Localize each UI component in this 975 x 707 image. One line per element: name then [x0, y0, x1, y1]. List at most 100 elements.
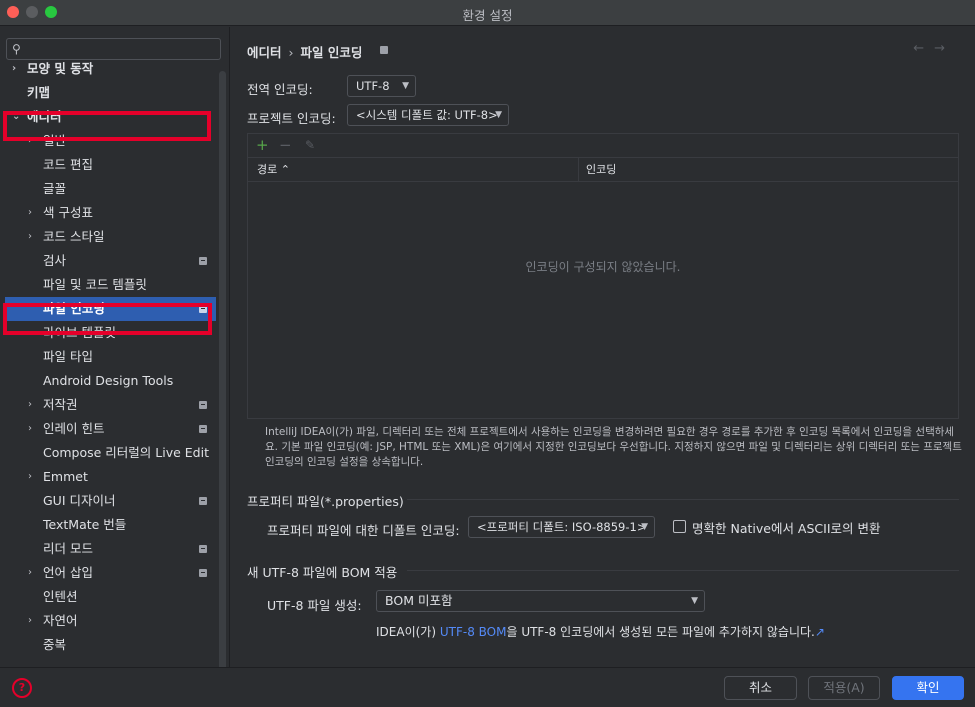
encoding-help-text: IntelliJ IDEA이(가) 파일, 디렉터리 또는 전체 프로젝트에서 …: [265, 426, 962, 468]
sidebar-item[interactable]: › 저작권: [0, 393, 216, 417]
chevron-right-icon[interactable]: ›: [28, 561, 32, 585]
edit-icon[interactable]: ✎: [305, 137, 315, 153]
native-ascii-label[interactable]: 명확한 Native에서 ASCII로의 변환: [692, 518, 880, 537]
sidebar-item[interactable]: 인텐션: [0, 585, 216, 609]
sidebar-item-label: 색 구성표: [43, 205, 93, 220]
bom-create-select[interactable]: BOM 미포함 ▼: [376, 590, 705, 612]
sidebar-item[interactable]: › 모양 및 동작: [0, 57, 216, 81]
highlight-box-editor: [3, 111, 211, 141]
bom-note-prefix: IDEA이(가): [376, 625, 440, 639]
forward-arrow-icon[interactable]: →: [934, 41, 955, 56]
breadcrumb: 에디터 › 파일 인코딩: [247, 42, 362, 61]
encoding-column-header[interactable]: 인코딩: [586, 158, 616, 182]
global-encoding-select[interactable]: UTF-8 ▼: [347, 75, 416, 97]
cancel-button[interactable]: 취소: [724, 676, 797, 700]
sidebar-item[interactable]: 키맵: [0, 81, 216, 105]
sidebar-item[interactable]: › 인레이 힌트: [0, 417, 216, 441]
chevron-right-icon[interactable]: ›: [28, 609, 32, 633]
sidebar-item[interactable]: 코드 편집: [0, 153, 216, 177]
sidebar-item[interactable]: › 언어 삽입: [0, 561, 216, 585]
project-scope-icon: [199, 545, 207, 553]
chevron-right-icon[interactable]: ›: [28, 393, 32, 417]
sidebar-item[interactable]: › 코드 스타일: [0, 225, 216, 249]
help-icon[interactable]: ?: [12, 678, 32, 698]
project-scope-icon: [199, 425, 207, 433]
apply-button[interactable]: 적용(A): [808, 676, 880, 700]
project-scope-icon: [199, 569, 207, 577]
sort-asc-icon: ⌃: [280, 163, 290, 176]
breadcrumb-parent[interactable]: 에디터: [247, 45, 282, 60]
search-icon: ⚲: [12, 42, 21, 56]
sidebar-item[interactable]: 파일 및 코드 템플릿: [0, 273, 216, 297]
sidebar-item-label: TextMate 번들: [43, 517, 127, 532]
remove-icon[interactable]: −: [279, 137, 292, 153]
sidebar-item-label: Emmet: [43, 469, 88, 484]
highlight-box-file-encoding: [3, 303, 212, 335]
add-icon[interactable]: +: [256, 137, 269, 153]
sidebar-item-label: 파일 타입: [43, 349, 93, 364]
sidebar-item-label: 언어 삽입: [43, 565, 93, 580]
back-arrow-icon[interactable]: ←: [913, 41, 934, 56]
path-column-label: 경로: [257, 163, 278, 176]
sidebar-item-label: 자연어: [43, 613, 78, 628]
sidebar-item-label: 인레이 힌트: [43, 421, 105, 436]
sidebar-item[interactable]: GUI 디자이너: [0, 489, 216, 513]
sidebar-item[interactable]: › 자연어: [0, 609, 216, 633]
sidebar-item[interactable]: Android Design Tools: [0, 369, 216, 393]
external-link-icon[interactable]: ↗: [815, 625, 825, 639]
project-scope-icon: [199, 257, 207, 265]
sidebar-item-label: 인텐션: [43, 589, 78, 604]
sidebar-item[interactable]: 글꼴: [0, 177, 216, 201]
bom-note: IDEA이(가) UTF-8 BOM을 UTF-8 인코딩에서 생성된 모든 파…: [376, 623, 825, 640]
sidebar-item-label: Compose 리터럴의 Live Edit: [43, 445, 209, 460]
global-encoding-label: 전역 인코딩:: [247, 82, 313, 97]
sidebar-item[interactable]: 검사: [0, 249, 216, 273]
sidebar-item-label: 키맵: [27, 85, 51, 100]
chevron-down-icon: ▼: [402, 81, 409, 91]
sidebar-item[interactable]: Compose 리터럴의 Live Edit: [0, 441, 216, 465]
chevron-right-icon[interactable]: ›: [28, 465, 32, 489]
chevron-right-icon[interactable]: ›: [12, 57, 16, 81]
dialog-footer: ? 취소 적용(A) 확인: [0, 667, 975, 707]
sidebar-item-label: 저작권: [43, 397, 78, 412]
section-divider: [407, 499, 959, 500]
chevron-down-icon: ▼: [691, 596, 698, 606]
bom-create-value: BOM 미포함: [385, 593, 453, 608]
bom-section-title: 새 UTF-8 파일에 BOM 적용: [247, 565, 398, 580]
sidebar-item-label: 파일 및 코드 템플릿: [43, 277, 147, 292]
breadcrumb-separator-icon: ›: [288, 45, 294, 60]
sidebar-item[interactable]: › 색 구성표: [0, 201, 216, 225]
ok-button[interactable]: 확인: [892, 676, 964, 700]
column-divider[interactable]: [578, 158, 579, 182]
native-ascii-checkbox[interactable]: [673, 520, 686, 533]
chevron-down-icon: ▼: [495, 110, 502, 120]
sidebar-scrollbar[interactable]: [219, 71, 226, 691]
project-encoding-select[interactable]: <시스템 디폴트 값: UTF-8> ▼: [347, 104, 509, 126]
sidebar-item[interactable]: 리더 모드: [0, 537, 216, 561]
sidebar-item[interactable]: TextMate 번들: [0, 513, 216, 537]
path-column-header[interactable]: 경로 ⌃: [257, 158, 290, 182]
sidebar-item[interactable]: › Emmet: [0, 465, 216, 489]
nav-arrows: ←→: [913, 41, 955, 56]
project-scope-icon: [199, 401, 207, 409]
table-toolbar: + − ✎: [248, 134, 958, 158]
project-scope-icon: [380, 46, 388, 54]
chevron-down-icon: ▼: [641, 522, 648, 532]
sidebar-item-label: 모양 및 동작: [27, 61, 94, 76]
project-scope-icon: [199, 497, 207, 505]
chevron-right-icon[interactable]: ›: [28, 417, 32, 441]
chevron-right-icon[interactable]: ›: [28, 201, 32, 225]
utf8-bom-link[interactable]: UTF-8 BOM: [440, 625, 507, 639]
sidebar-item[interactable]: 중복: [0, 633, 216, 657]
properties-encoding-value: <프로퍼티 디폴트: ISO-8859-1>: [477, 520, 647, 534]
properties-default-label: 프로퍼티 파일에 대한 디폴트 인코딩:: [267, 523, 460, 538]
sidebar-item[interactable]: 파일 타입: [0, 345, 216, 369]
sidebar-item-label: 리더 모드: [43, 541, 93, 556]
sidebar-item-label: 글꼴: [43, 181, 67, 196]
bom-create-label: UTF-8 파일 생성:: [267, 598, 362, 613]
sidebar-item-label: 중복: [43, 637, 67, 652]
chevron-right-icon[interactable]: ›: [28, 225, 32, 249]
properties-encoding-select[interactable]: <프로퍼티 디폴트: ISO-8859-1> ▼: [468, 516, 655, 538]
sidebar-item-label: 검사: [43, 253, 67, 268]
project-encoding-label: 프로젝트 인코딩:: [247, 111, 336, 126]
